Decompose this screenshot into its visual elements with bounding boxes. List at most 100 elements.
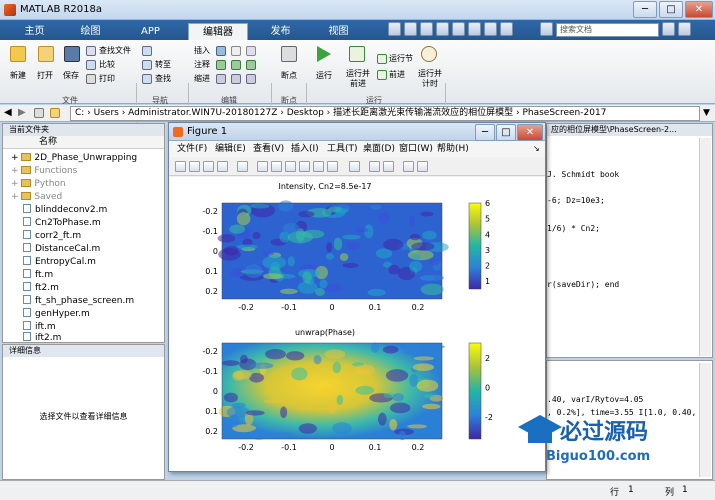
comment-button[interactable]: 注释 (194, 59, 210, 70)
figure-minimize-button[interactable]: ─ (475, 124, 495, 141)
rotate-icon[interactable] (299, 161, 310, 172)
advance-button[interactable]: 前进 (389, 69, 405, 80)
print-button[interactable]: 打印 (99, 73, 115, 84)
uncomment-icon[interactable] (231, 60, 241, 70)
paste-icon[interactable] (436, 22, 449, 36)
hide-plot-tools-icon[interactable] (403, 161, 414, 172)
editor-scrollbar[interactable] (699, 138, 711, 356)
menu-file[interactable]: 文件(F) (177, 141, 207, 157)
run-section-button[interactable]: 运行节 (389, 53, 413, 64)
search-icon[interactable] (540, 22, 553, 36)
pointer-icon[interactable] (237, 161, 248, 172)
open-button[interactable]: 打开 (37, 70, 53, 81)
decrease-indent-icon[interactable] (246, 74, 256, 84)
data-cursor-icon[interactable] (313, 161, 324, 172)
tab-home[interactable]: 主页 (12, 23, 57, 40)
close-button[interactable]: ✕ (685, 1, 713, 18)
figure-maximize-button[interactable]: □ (496, 124, 516, 141)
menu-desktop[interactable]: 桌面(D) (363, 141, 395, 157)
tab-view[interactable]: 视图 (316, 23, 361, 40)
save-quick-icon[interactable] (388, 22, 401, 36)
browse-folder-icon[interactable] (50, 108, 60, 118)
list-item[interactable]: + Python (11, 178, 66, 190)
compare-button[interactable]: 比较 (99, 59, 115, 70)
current-folder-path[interactable]: C: › Users › Administrator.WIN7U-2018012… (70, 106, 700, 121)
figure-close-button[interactable]: ✕ (517, 124, 543, 141)
list-item[interactable]: EntropyCal.m (23, 256, 96, 268)
goto-button[interactable]: 转至 (155, 59, 171, 70)
zoom-in-icon[interactable] (257, 161, 268, 172)
list-item[interactable]: Cn2ToPhase.m (23, 217, 101, 229)
back-arrow-icon[interactable]: ◀ (4, 107, 12, 118)
maximize-button[interactable]: □ (659, 1, 683, 18)
smart-indent-icon[interactable] (216, 74, 226, 84)
editor-panel[interactable]: 应的相位屏模型\PhaseScreen-2... J. Schmidt book… (546, 123, 713, 358)
run-and-time-button[interactable]: 运行并 计时 (418, 69, 442, 89)
list-item[interactable]: ft.m (23, 269, 53, 281)
insert-colorbar-icon[interactable] (369, 161, 380, 172)
tab-publish[interactable]: 发布 (258, 23, 303, 40)
menu-edit[interactable]: 编辑(E) (215, 141, 246, 157)
print-figure-icon[interactable] (217, 161, 228, 172)
menu-tools[interactable]: 工具(T) (327, 141, 358, 157)
pan-icon[interactable] (285, 161, 296, 172)
run-advance-button[interactable]: 运行并 前进 (346, 69, 370, 89)
new-figure-icon[interactable] (175, 161, 186, 172)
editor-tab-header[interactable]: 应的相位屏模型\PhaseScreen-2... (547, 124, 712, 136)
up-folder-icon[interactable] (34, 108, 44, 118)
find-button[interactable]: 查找 (155, 73, 171, 84)
name-column-header[interactable]: 名称 (3, 136, 164, 149)
forward-arrow-icon[interactable]: ▶ (18, 107, 26, 118)
list-item[interactable]: blinddeconv2.m (23, 204, 107, 216)
increase-indent-icon[interactable] (231, 74, 241, 84)
comment-icon[interactable] (216, 60, 226, 70)
tab-apps[interactable]: APP (128, 23, 173, 40)
list-item[interactable]: ift2.m (23, 332, 61, 344)
path-dropdown-icon[interactable]: ▼ (703, 108, 710, 118)
indent-button[interactable]: 缩进 (194, 73, 210, 84)
list-item[interactable]: DistanceCal.m (23, 243, 100, 255)
open-file-icon[interactable] (189, 161, 200, 172)
list-item[interactable]: genHyper.m (23, 308, 90, 320)
show-plot-tools-icon[interactable] (417, 161, 428, 172)
insert-icon[interactable] (216, 46, 226, 56)
filter-icon[interactable] (662, 22, 675, 36)
tab-editor[interactable]: 编辑器 (188, 23, 248, 40)
help-query-icon[interactable] (500, 22, 513, 36)
undo-icon[interactable] (452, 22, 465, 36)
list-item[interactable]: corr2_ft.m (23, 230, 81, 242)
menu-view[interactable]: 查看(V) (253, 141, 284, 157)
save-figure-icon[interactable] (203, 161, 214, 172)
breakpoints-button[interactable]: 断点 (281, 70, 297, 81)
dock-arrow-icon[interactable]: ↘ (533, 141, 540, 157)
brush-icon[interactable] (327, 161, 338, 172)
wrap-comments-icon[interactable] (246, 60, 256, 70)
cut-icon[interactable] (404, 22, 417, 36)
list-item[interactable]: ft_sh_phase_screen.m (23, 295, 134, 307)
find-files-button[interactable]: 查找文件 (99, 45, 131, 56)
copy-icon[interactable] (420, 22, 433, 36)
run-button[interactable]: 运行 (316, 70, 332, 81)
list-item[interactable]: ft2.m (23, 282, 59, 294)
list-item[interactable]: + Saved (11, 191, 62, 203)
save-button[interactable]: 保存 (63, 70, 79, 81)
nav-back-icon[interactable] (142, 46, 152, 56)
link-plot-icon[interactable] (349, 161, 360, 172)
search-input[interactable]: 搜索文档 (556, 23, 659, 37)
help-icon[interactable] (678, 22, 691, 36)
function-insert-icon[interactable] (246, 46, 256, 56)
tab-plots[interactable]: 绘图 (68, 23, 113, 40)
list-item[interactable]: + 2D_Phase_Unwrapping (11, 152, 137, 164)
menu-help[interactable]: 帮助(H) (437, 141, 469, 157)
minimize-button[interactable]: ─ (633, 1, 657, 18)
list-item[interactable]: + Functions (11, 165, 77, 177)
fx-icon[interactable] (231, 46, 241, 56)
new-button[interactable]: 新建 (10, 70, 26, 81)
zoom-out-icon[interactable] (271, 161, 282, 172)
insert-button[interactable]: 插入 (194, 45, 210, 56)
insert-legend-icon[interactable] (383, 161, 394, 172)
switch-windows-icon[interactable] (484, 22, 497, 36)
menu-insert[interactable]: 插入(I) (291, 141, 319, 157)
redo-icon[interactable] (468, 22, 481, 36)
menu-window[interactable]: 窗口(W) (399, 141, 433, 157)
